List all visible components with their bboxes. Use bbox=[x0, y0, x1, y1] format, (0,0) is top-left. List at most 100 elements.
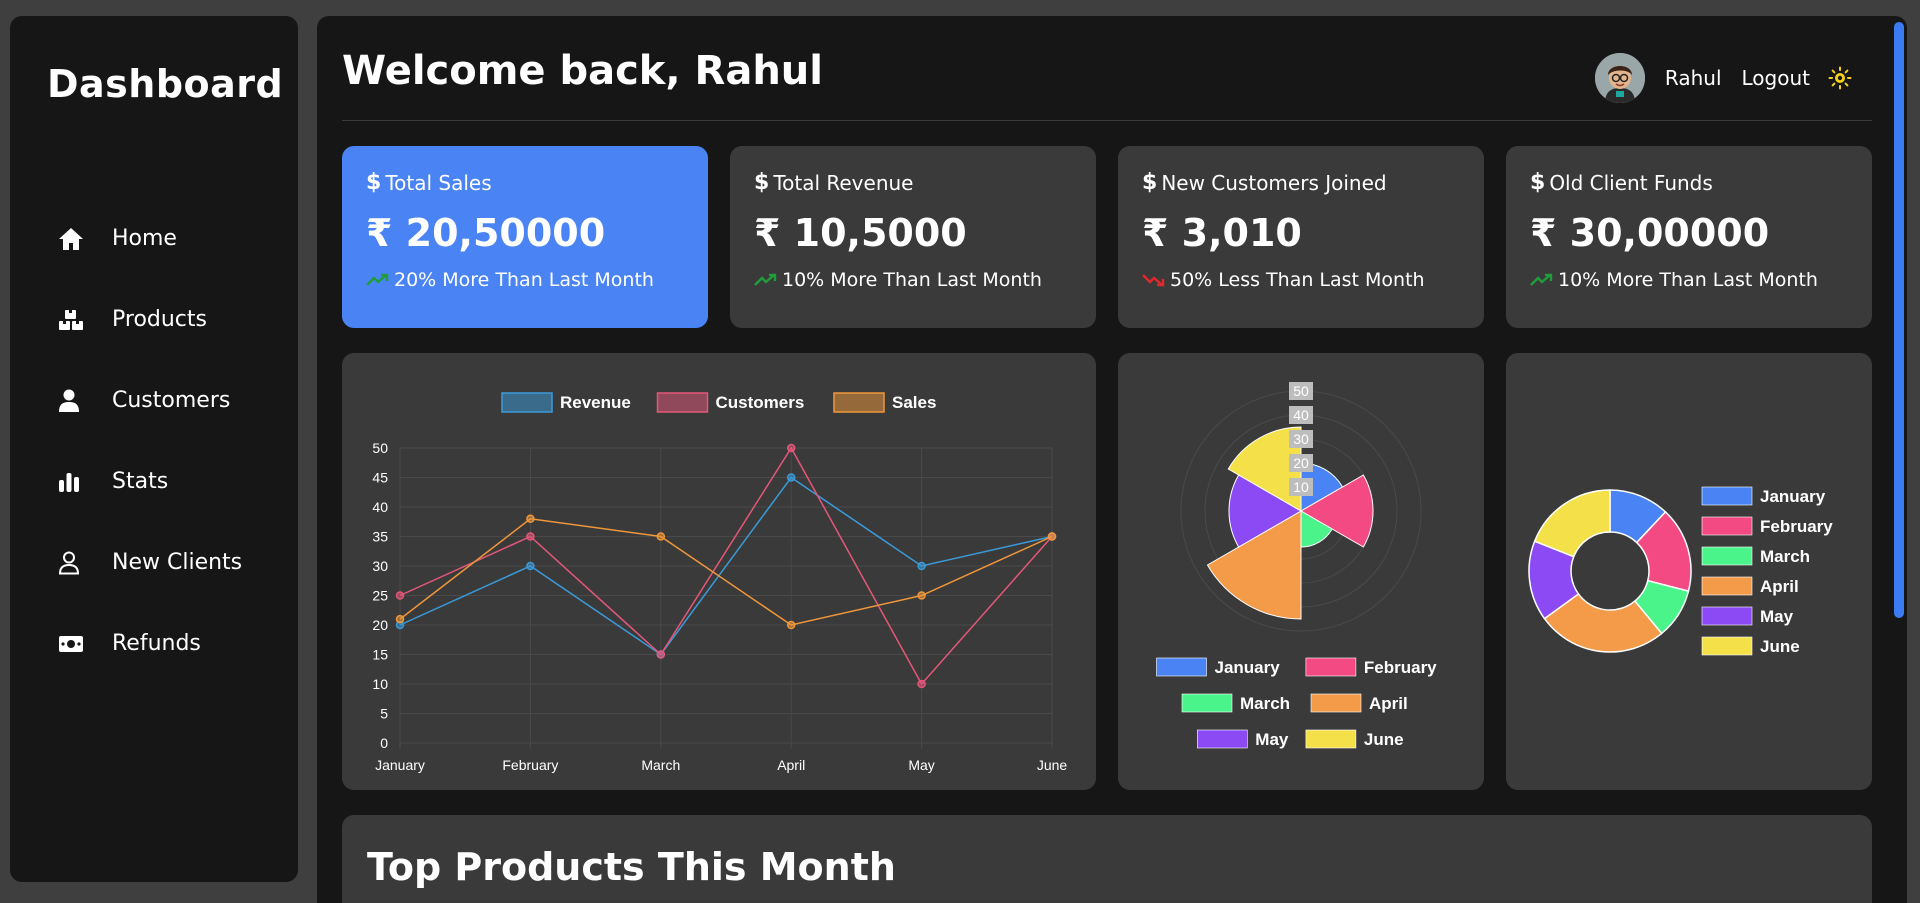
polar-tick: 40 bbox=[1289, 406, 1313, 424]
y-tick-label: 30 bbox=[372, 558, 388, 574]
x-tick-label: February bbox=[502, 757, 558, 773]
polar-tick: 20 bbox=[1289, 454, 1313, 472]
home-icon bbox=[58, 227, 106, 251]
dollar-icon: $ bbox=[754, 170, 770, 195]
stat-card-title: New Customers Joined bbox=[1161, 170, 1387, 195]
stat-card-new-customers[interactable]: $ New Customers Joined ₹ 3,010 50% Less T… bbox=[1118, 146, 1484, 328]
legend-label: March bbox=[1240, 694, 1290, 713]
legend-swatch bbox=[833, 392, 885, 413]
legend-label: Customers bbox=[716, 393, 805, 412]
stat-card-trend: 50% Less Than Last Month bbox=[1142, 269, 1460, 291]
legend-item-june: June bbox=[1305, 729, 1404, 749]
legend-label: Revenue bbox=[560, 393, 631, 412]
trend-down-icon bbox=[1142, 274, 1165, 287]
stat-card-value: ₹ 20,50000 bbox=[366, 211, 606, 255]
stat-card-value: ₹ 10,5000 bbox=[754, 211, 967, 255]
stat-card-old-client-funds[interactable]: $ Old Client Funds ₹ 30,00000 10% More Th… bbox=[1506, 146, 1872, 328]
scrollbar[interactable] bbox=[1893, 16, 1907, 903]
legend-item-may: May bbox=[1701, 606, 1794, 626]
polar-tick: 30 bbox=[1289, 430, 1313, 448]
stat-card-total-revenue[interactable]: $ Total Revenue ₹ 10,5000 10% More Than L… bbox=[730, 146, 1096, 328]
sidebar: Dashboard Home Products Customers Stats … bbox=[10, 16, 298, 882]
user-outline-icon bbox=[58, 551, 106, 575]
stat-card-header: $ Old Client Funds bbox=[1530, 170, 1848, 195]
legend-item-may: May bbox=[1197, 729, 1289, 749]
sidebar-item-refunds[interactable]: Refunds bbox=[10, 603, 298, 684]
stat-card-total-sales[interactable]: $ Total Sales ₹ 20,50000 20% More Than La… bbox=[342, 146, 708, 328]
trend-up-icon bbox=[754, 273, 777, 286]
y-tick-label: 25 bbox=[372, 588, 388, 604]
logout-link[interactable]: Logout bbox=[1742, 66, 1810, 90]
doughnut-chart[interactable]: January February March April May June bbox=[1506, 353, 1872, 790]
stat-card-trend-text: 20% More Than Last Month bbox=[394, 269, 654, 291]
sidebar-item-label: Products bbox=[112, 307, 207, 332]
stat-card-title: Old Client Funds bbox=[1549, 170, 1713, 195]
top-products-panel: Top Products This Month bbox=[342, 815, 1872, 903]
data-point-customers bbox=[786, 443, 796, 453]
legend-swatch bbox=[1310, 693, 1362, 713]
series-line-sales bbox=[399, 518, 1053, 626]
y-tick-label: 40 bbox=[372, 499, 388, 515]
legend-swatch bbox=[1701, 606, 1753, 626]
polar-tick-label: 20 bbox=[1293, 455, 1309, 471]
trend-up-icon bbox=[1530, 273, 1553, 286]
doughnut-chart-panel: January February March April May June bbox=[1506, 353, 1872, 790]
sidebar-item-new-clients[interactable]: New Clients bbox=[10, 522, 298, 603]
data-point-sales bbox=[786, 620, 796, 630]
legend-label: March bbox=[1760, 547, 1810, 566]
legend-item-customers: Customers bbox=[656, 392, 805, 413]
polar-chart-panel: 10 20 30 40 50 January February March April May Ju… bbox=[1118, 353, 1484, 790]
sidebar-item-label: Customers bbox=[112, 388, 231, 413]
app-root: Dashboard Home Products Customers Stats … bbox=[0, 0, 1920, 903]
legend-swatch bbox=[656, 392, 709, 413]
y-tick-label: 5 bbox=[380, 706, 388, 722]
data-point-sales bbox=[395, 614, 405, 624]
polar-tick-label: 40 bbox=[1293, 407, 1309, 423]
data-point-sales bbox=[1047, 532, 1057, 541]
line-chart-panel: Revenue Customers Sales 0 5 10 15 20 25 30 35 40 45 5… bbox=[342, 353, 1096, 790]
y-tick-label: 45 bbox=[372, 470, 388, 486]
legend-item-april: April bbox=[1701, 576, 1799, 596]
legend-swatch bbox=[1305, 729, 1357, 749]
legend-swatch bbox=[1701, 546, 1753, 566]
legend-swatch bbox=[501, 392, 553, 413]
x-tick-label: April bbox=[777, 757, 805, 773]
legend-label: Sales bbox=[892, 393, 936, 412]
data-point-sales bbox=[526, 514, 535, 524]
y-tick-label: 15 bbox=[372, 647, 388, 663]
legend-item-sales: Sales bbox=[833, 392, 936, 413]
legend-swatch bbox=[1701, 636, 1753, 656]
sidebar-item-label: Stats bbox=[112, 469, 169, 494]
stat-card-header: $ New Customers Joined bbox=[1142, 170, 1460, 195]
sidebar-item-label: Home bbox=[112, 226, 177, 251]
avatar[interactable] bbox=[1594, 53, 1645, 103]
legend-item-february: February bbox=[1701, 516, 1833, 536]
polar-tick-label: 50 bbox=[1293, 383, 1309, 399]
dollar-icon: $ bbox=[1530, 170, 1546, 195]
sun-icon[interactable] bbox=[1828, 66, 1852, 90]
top-products-title: Top Products This Month bbox=[367, 845, 896, 889]
sidebar-item-products[interactable]: Products bbox=[10, 279, 298, 360]
sidebar-item-home[interactable]: Home bbox=[10, 198, 298, 279]
sidebar-item-customers[interactable]: Customers bbox=[10, 360, 298, 441]
x-tick-label: January bbox=[375, 757, 425, 773]
legend-item-february: February bbox=[1305, 657, 1437, 677]
bar-chart-icon bbox=[58, 471, 106, 493]
scrollbar-thumb[interactable] bbox=[1894, 22, 1904, 618]
line-chart[interactable]: Revenue Customers Sales 0 5 10 15 20 25 30 35 40 45 5… bbox=[342, 353, 1096, 790]
x-tick-label: June bbox=[1037, 757, 1068, 773]
legend-item-january: January bbox=[1701, 486, 1826, 506]
polar-area-chart[interactable]: 10 20 30 40 50 January February March April May Ju… bbox=[1118, 353, 1484, 790]
data-point-customers bbox=[395, 591, 405, 600]
sidebar-item-stats[interactable]: Stats bbox=[10, 441, 298, 522]
stat-card-trend-text: 50% Less Than Last Month bbox=[1170, 269, 1425, 291]
user-area: Rahul Logout bbox=[1594, 53, 1852, 103]
header: Welcome back, Rahul Rahul Logout bbox=[342, 16, 1872, 121]
x-tick-label: May bbox=[908, 757, 934, 773]
data-point-revenue bbox=[786, 473, 796, 482]
y-tick-label: 10 bbox=[372, 676, 388, 692]
y-tick-label: 50 bbox=[372, 440, 388, 456]
trend-up-icon bbox=[366, 273, 389, 286]
y-tick-label: 35 bbox=[372, 529, 388, 545]
data-point-revenue bbox=[917, 561, 926, 571]
